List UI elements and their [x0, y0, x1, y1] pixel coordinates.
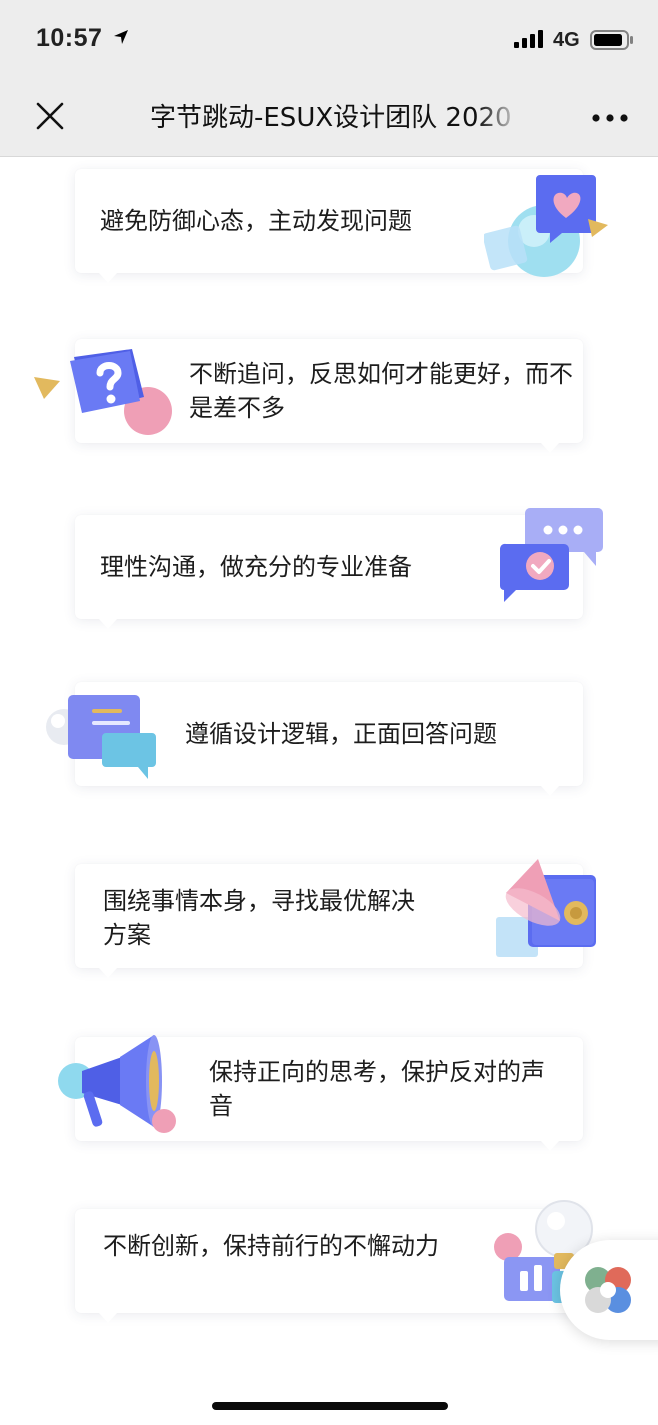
- question-box-icon: [34, 349, 172, 435]
- principle-text: 理性沟通，做充分的专业准备: [100, 553, 412, 581]
- status-bar: 10:57 4G: [0, 0, 658, 80]
- chat-bubble-check-icon: [500, 508, 603, 602]
- article-content: 避免防御心态，主动发现问题 不断追问，反思如何才能更好，而不是差不多 理性沟通，…: [0, 157, 658, 1425]
- heart-bubble-icon: [484, 175, 608, 277]
- principle-text: 避免防御心态，主动发现问题: [100, 207, 412, 235]
- signal-icon: [514, 30, 543, 48]
- battery-icon: [590, 30, 633, 50]
- principle-text: 不断创新，保持前行的不懈动力: [103, 1232, 439, 1260]
- close-icon[interactable]: [34, 100, 66, 132]
- status-time: 10:57: [36, 24, 103, 52]
- page-title: 字节跳动-ESUX设计团队 2020: [150, 103, 512, 133]
- principle-text: 不断追问，反思如何才能更好，而不是差不多: [189, 360, 573, 422]
- network-type: 4G: [553, 29, 580, 51]
- document-chat-icon: [46, 695, 156, 779]
- location-arrow-icon: [114, 30, 128, 44]
- megaphone-icon: [58, 1035, 176, 1133]
- principle-text: 遵循设计逻辑，正面回答问题: [185, 720, 497, 748]
- floating-app-icon: [585, 1267, 631, 1313]
- more-icon[interactable]: [588, 108, 632, 128]
- floating-app-button[interactable]: [560, 1240, 658, 1340]
- cone-cube-icon: [496, 859, 596, 957]
- principle-text: 围绕事情本身，寻找最优解决方案: [103, 887, 415, 949]
- nav-bar: 字节跳动-ESUX设计团队 2020: [0, 80, 658, 157]
- principle-text: 保持正向的思考，保护反对的声音: [209, 1058, 545, 1120]
- home-indicator: [212, 1402, 448, 1410]
